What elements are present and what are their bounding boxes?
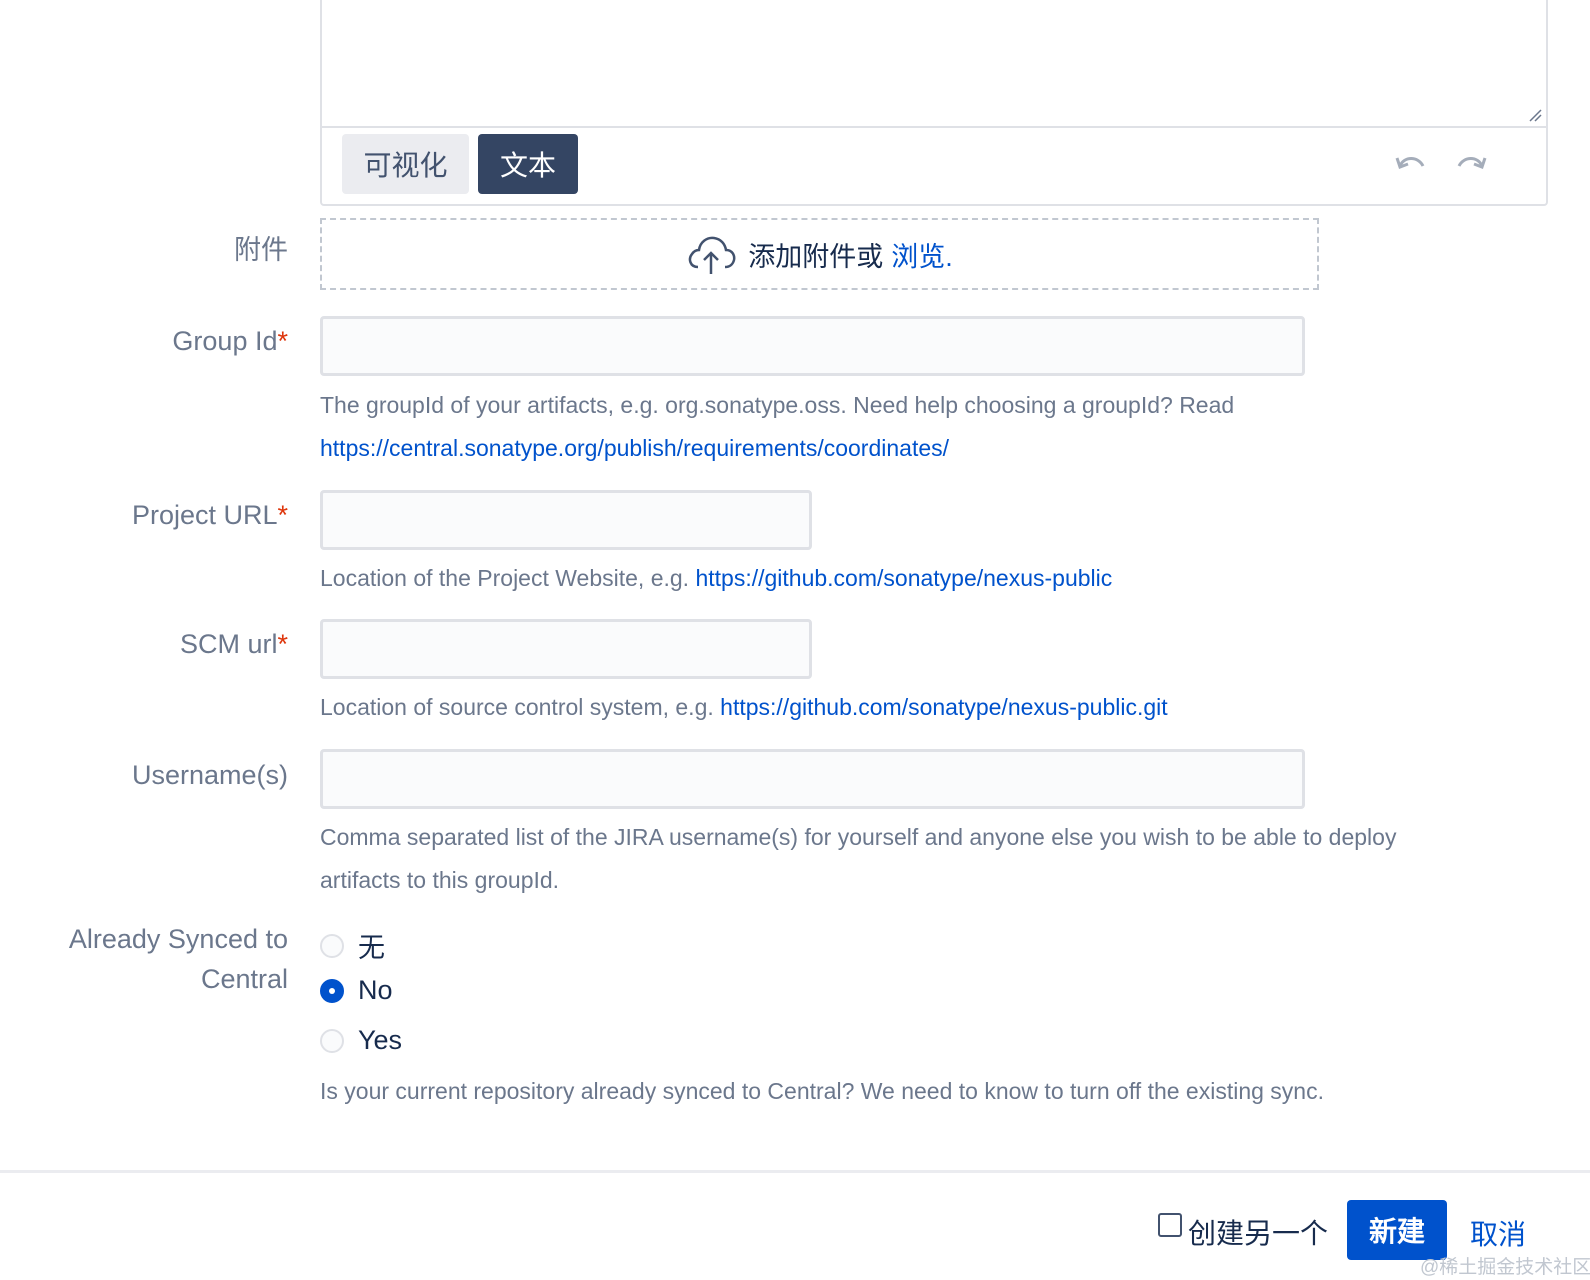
scm-url-input[interactable] <box>320 619 812 679</box>
usernames-input[interactable] <box>320 749 1305 809</box>
synced-option-no[interactable]: No <box>320 975 393 1006</box>
coordinates-link[interactable]: https://central.sonatype.org/publish/req… <box>320 435 949 461</box>
undo-icon[interactable] <box>1394 148 1428 178</box>
cloud-upload-icon <box>689 236 736 274</box>
cancel-link[interactable]: 取消 <box>1470 1213 1526 1253</box>
group-id-label: Group Id* <box>172 326 288 357</box>
required-marker: * <box>277 629 288 659</box>
resize-handle-icon[interactable] <box>1528 108 1542 122</box>
radio-unchecked-icon[interactable] <box>320 933 344 958</box>
create-button[interactable]: 新建 <box>1347 1200 1447 1260</box>
browse-link[interactable]: 浏览. <box>891 235 953 274</box>
footer-divider <box>0 1170 1590 1173</box>
required-marker: * <box>277 326 288 356</box>
project-url-example-link[interactable]: https://github.com/sonatype/nexus-public <box>695 565 1112 591</box>
scm-url-example-link[interactable]: https://github.com/sonatype/nexus-public… <box>720 694 1167 720</box>
required-marker: * <box>277 500 288 530</box>
scm-url-help: Location of source control system, e.g. … <box>320 686 1168 729</box>
synced-option-label: No <box>358 975 393 1005</box>
radio-checked-icon[interactable] <box>320 978 344 1003</box>
usernames-help-line2: artifacts to this groupId. <box>320 867 560 893</box>
create-another-checkbox[interactable] <box>1158 1213 1182 1237</box>
project-url-help: Location of the Project Website, e.g. ht… <box>320 557 1112 600</box>
project-url-label: Project URL* <box>132 500 288 531</box>
attachment-dropzone[interactable]: 添加附件或 浏览. <box>320 218 1319 290</box>
scm-url-help-text: Location of source control system, e.g. <box>320 694 714 720</box>
scm-url-label: SCM url* <box>180 629 288 660</box>
group-id-help: The groupId of your artifacts, e.g. org.… <box>320 392 1235 418</box>
synced-label-line1: Already Synced to <box>68 924 288 954</box>
synced-option-label: 无 <box>358 933 385 963</box>
visual-mode-button[interactable]: 可视化 <box>342 134 469 194</box>
synced-help: Is your current repository already synce… <box>320 1078 1324 1104</box>
synced-label-line2: Central <box>200 964 288 994</box>
usernames-label: Username(s) <box>131 760 288 790</box>
project-url-label-text: Project URL <box>131 500 278 530</box>
synced-option-yes[interactable]: Yes <box>320 1025 402 1056</box>
create-another-label[interactable]: 创建另一个 <box>1188 1212 1328 1252</box>
scm-url-label-text: SCM url <box>179 629 278 659</box>
project-url-help-text: Location of the Project Website, e.g. <box>320 565 690 591</box>
redo-icon[interactable] <box>1454 148 1488 178</box>
watermark: @稀土掘金技术社区 <box>1420 1257 1590 1278</box>
attachment-drop-text: 添加附件或 <box>748 241 884 272</box>
text-mode-button[interactable]: 文本 <box>478 134 578 194</box>
synced-option-label: Yes <box>358 1025 403 1055</box>
description-textarea[interactable] <box>322 0 1546 128</box>
usernames-help-line1: Comma separated list of the JIRA usernam… <box>320 824 1397 850</box>
group-id-label-text: Group Id <box>172 326 278 356</box>
attachment-label: 附件 <box>234 235 288 265</box>
group-id-input[interactable] <box>320 316 1305 376</box>
description-editor: 可视化 文本 <box>320 0 1548 206</box>
synced-option-none[interactable]: 无 <box>320 926 385 965</box>
project-url-input[interactable] <box>320 490 812 550</box>
radio-unchecked-icon[interactable] <box>320 1028 344 1053</box>
